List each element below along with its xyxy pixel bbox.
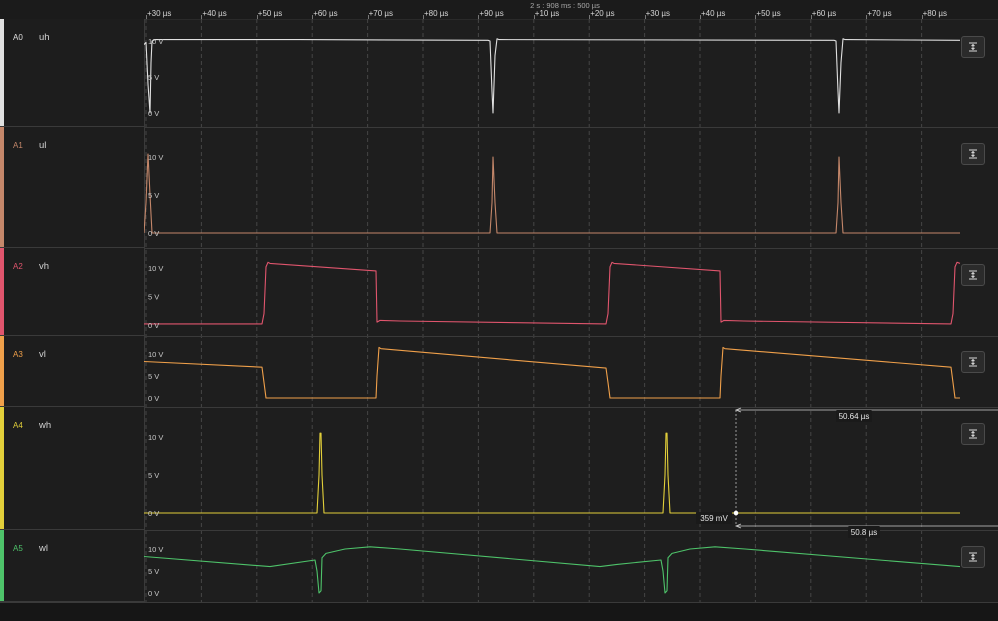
ruler-tick-label: +30 µs [147, 9, 172, 18]
channel-row-wl[interactable]: A5 wl [0, 530, 144, 602]
ruler-tick-label: +40 µs [701, 9, 726, 18]
vertical-fit-icon [969, 552, 977, 562]
channel-code: A3 [13, 350, 23, 359]
channel-code: A1 [13, 141, 23, 150]
waveform-uh [144, 38, 961, 114]
channel-color-bar [0, 127, 4, 247]
voltage-axis-label: 5 V [148, 567, 159, 576]
channel-fit-button-uh[interactable] [961, 36, 985, 58]
channel-label-column: A0 uh A1 ul A2 vh A3 vl A4 wh A5 wl [0, 19, 145, 602]
channel-row-uh[interactable]: A0 uh [0, 19, 144, 127]
voltage-axis-label: 10 V [148, 264, 163, 273]
channel-fit-button-vl[interactable] [961, 351, 985, 373]
waveform-wl [144, 546, 961, 594]
voltage-axis-label: 5 V [148, 471, 159, 480]
ruler-tick-label: +50 µs [257, 9, 283, 18]
cursor-value-label: 359 mV [700, 514, 728, 523]
channel-fit-button-wl[interactable] [961, 546, 985, 568]
voltage-axis-label: 10 V [148, 350, 163, 359]
ruler-tick-label: +30 µs [645, 9, 670, 18]
channel-color-bar [0, 336, 4, 406]
voltage-axis-label: 10 V [148, 153, 163, 162]
channel-name[interactable]: wl [39, 543, 48, 554]
channel-name[interactable]: uh [39, 32, 50, 43]
ruler-tick-label: +80 µs [922, 9, 947, 18]
voltage-axis-label: 10 V [148, 545, 163, 554]
measurement-overlay[interactable]: 359 mV 50.64 µs 50.8 µs [696, 407, 998, 538]
voltage-axis-label: 5 V [148, 372, 159, 381]
voltage-axis-label: 0 V [148, 509, 159, 518]
channel-color-bar [0, 19, 4, 126]
ruler-tick-label: +60 µs [313, 9, 338, 18]
channel-code: A2 [13, 262, 23, 271]
channel-row-vh[interactable]: A2 vh [0, 248, 144, 336]
time-grid [144, 19, 998, 602]
vertical-fit-icon [969, 270, 977, 280]
channel-code: A4 [13, 421, 23, 430]
vertical-fit-icon [969, 429, 977, 439]
channel-color-bar [0, 407, 4, 529]
channel-fit-button-wh[interactable] [961, 423, 985, 445]
vertical-fit-icon [969, 149, 977, 159]
waveforms [144, 38, 961, 594]
ruler-tick-label: +10 µs [534, 9, 560, 18]
channel-code: A5 [13, 544, 23, 553]
channel-color-bar [0, 248, 4, 335]
voltage-axis-label: 10 V [148, 433, 163, 442]
voltage-axis-label: 5 V [148, 191, 159, 200]
interval-top-label: 50.64 µs [839, 412, 870, 421]
time-ruler[interactable]: 2 s : 908 ms : 500 µs +30 µs +40 µs +50 µs… [0, 0, 998, 20]
voltage-axis-label: 5 V [148, 293, 159, 302]
cursor-point-icon[interactable] [733, 510, 739, 516]
channel-color-bar [0, 530, 4, 601]
channel-name[interactable]: vl [39, 349, 46, 360]
channel-name[interactable]: wh [39, 420, 51, 431]
voltage-axis-label: 5 V [148, 73, 159, 82]
channel-row-vl[interactable]: A3 vl [0, 336, 144, 407]
channel-code: A0 [13, 33, 23, 42]
ruler-tick-label: +90 µs [479, 9, 504, 18]
voltage-axis-label: 0 V [148, 321, 159, 330]
voltage-axis-label: 0 V [148, 229, 159, 238]
bottom-strip [0, 602, 998, 621]
ruler-tick-label: +80 µs [424, 9, 449, 18]
channel-fit-button-ul[interactable] [961, 143, 985, 165]
ruler-tick-label: +70 µs [368, 9, 393, 18]
waveform-wh [144, 432, 960, 514]
channel-row-ul[interactable]: A1 ul [0, 127, 144, 248]
voltage-axis-label: 0 V [148, 589, 159, 598]
voltage-axis-label: 10 V [148, 37, 163, 46]
ruler-tick-label: +40 µs [202, 9, 227, 18]
voltage-axis-label: 0 V [148, 109, 159, 118]
channel-name[interactable]: vh [39, 261, 49, 272]
voltage-axis-label: 0 V [148, 394, 159, 403]
channel-fit-button-vh[interactable] [961, 264, 985, 286]
vertical-fit-icon [969, 42, 977, 52]
ruler-tick-label: +60 µs [811, 9, 837, 18]
waveform-plot[interactable]: 10 V 5 V 0 V 10 V 5 V 0 V 10 V 5 V 0 V 10 V 5 V 0 V… [144, 19, 998, 602]
channel-name[interactable]: ul [39, 140, 46, 151]
ruler-tick-label: +70 µs [867, 9, 892, 18]
ruler-tick-label: +20 µs [590, 9, 615, 18]
channel-row-wh[interactable]: A4 wh [0, 407, 144, 530]
ruler-tick-label: +50 µs [756, 9, 781, 18]
waveform-vl [144, 346, 960, 399]
voltage-axis-labels: 10 V 5 V 0 V 10 V 5 V 0 V 10 V 5 V 0 V 10 V 5 V 0 V… [148, 37, 163, 598]
interval-bottom-label: 50.8 µs [851, 528, 877, 537]
waveform-ul [144, 153, 960, 234]
vertical-fit-icon [969, 357, 977, 367]
waveform-vh [144, 261, 961, 325]
